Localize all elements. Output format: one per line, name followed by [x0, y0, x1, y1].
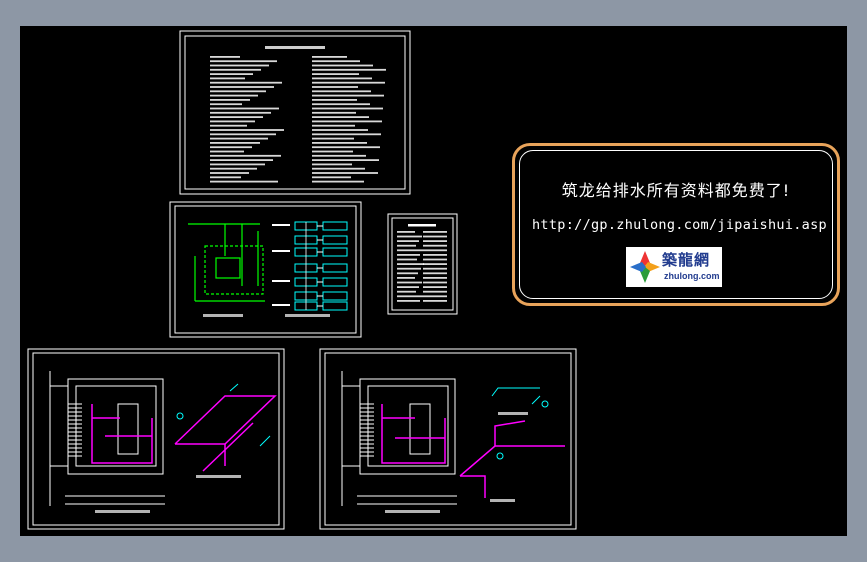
promo-banner[interactable]: 筑龙给排水所有资料都免费了! http://gp.zhulong.com/jip…: [512, 143, 840, 306]
banner-url-link[interactable]: http://gp.zhulong.com/jipaishui.asp: [532, 217, 832, 233]
isometric-fixtures-2: [491, 387, 549, 460]
table-rows: [397, 224, 447, 302]
banner-inner-border: 筑龙给排水所有资料都免费了! http://gp.zhulong.com/jip…: [519, 150, 833, 299]
notes-text-block: [210, 46, 386, 183]
cad-drawing-canvas[interactable]: 筑龙给排水所有资料都免费了! http://gp.zhulong.com/jip…: [20, 26, 847, 536]
sheet-material-table[interactable]: [387, 213, 458, 315]
stairs-2: [360, 403, 374, 457]
isometric-pipes-2: [459, 420, 565, 498]
zhulong-logo[interactable]: 築龍網 zhulong.com: [626, 247, 722, 287]
system-flow-boxes: [272, 221, 348, 311]
green-pipe-diagram: [188, 223, 265, 302]
sheet-plan-isometric-2[interactable]: [319, 348, 577, 530]
floor-plan-1: [49, 371, 165, 506]
sheet-design-notes[interactable]: [179, 30, 411, 195]
isometric-pipes-1: [174, 395, 277, 472]
sheet-plan-isometric-1[interactable]: [27, 348, 285, 530]
banner-title: 筑龙给排水所有资料都免费了!: [561, 181, 791, 200]
zhulong-logo-icon: [630, 251, 660, 283]
logo-english-text: zhulong.com: [664, 271, 720, 281]
stairs-1: [68, 403, 82, 457]
sheet-system-diagram[interactable]: [169, 201, 362, 338]
logo-chinese-text: 築龍網: [662, 251, 711, 269]
